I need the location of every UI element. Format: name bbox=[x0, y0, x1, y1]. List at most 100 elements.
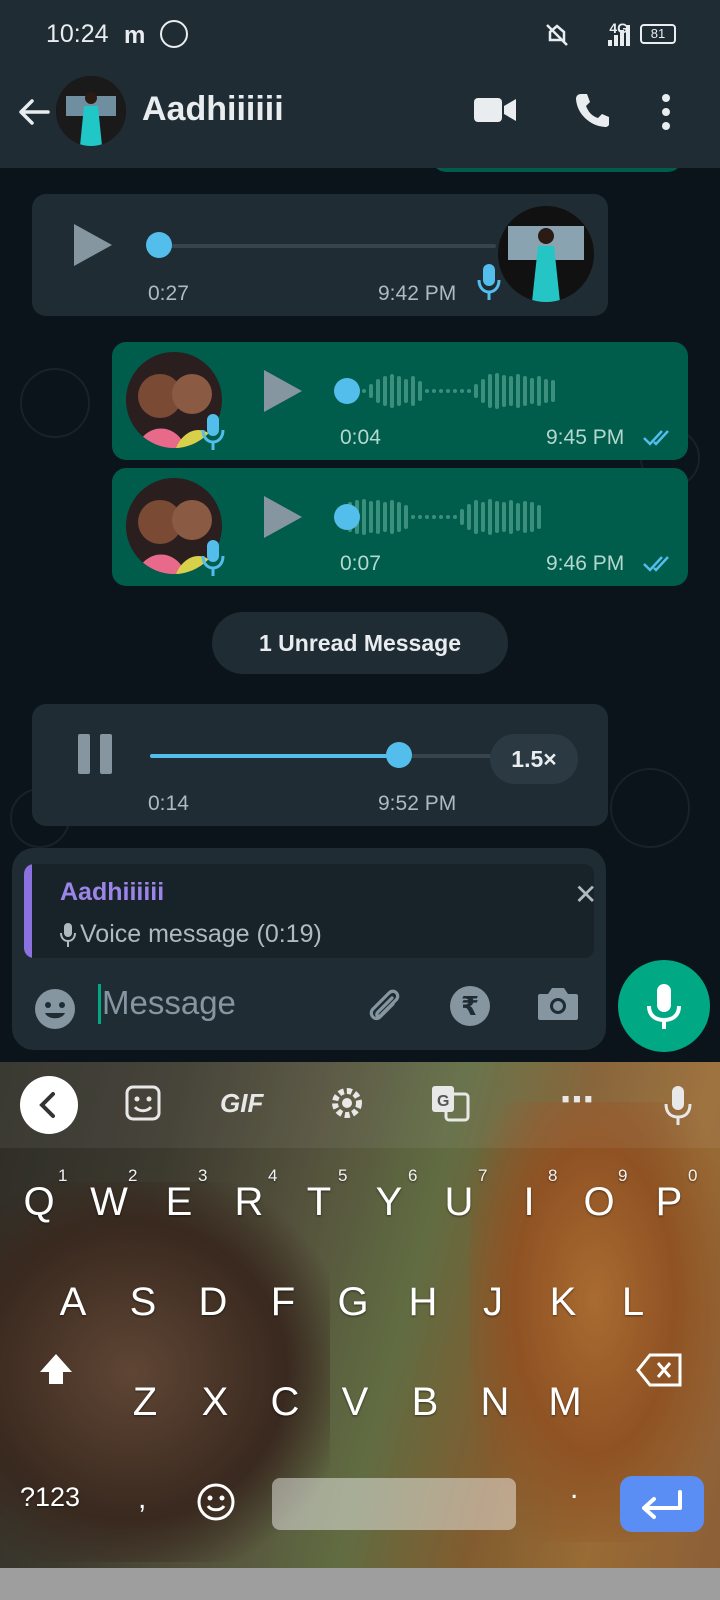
status-time: 10:24 bbox=[46, 20, 109, 48]
key-k[interactable]: K bbox=[528, 1262, 598, 1342]
sticker-icon[interactable] bbox=[124, 1084, 162, 1122]
message-time: 9:42 PM bbox=[378, 282, 457, 305]
mic-small-icon bbox=[60, 923, 76, 947]
voice-message-outgoing[interactable]: 0:04 9:45 PM bbox=[112, 342, 688, 460]
message-time: 9:45 PM bbox=[546, 426, 625, 449]
key-hint: 8 bbox=[548, 1166, 558, 1185]
comma-key[interactable]: , bbox=[138, 1482, 146, 1516]
backspace-icon[interactable] bbox=[636, 1352, 684, 1388]
mic-icon bbox=[647, 984, 681, 1029]
key-n[interactable]: N bbox=[460, 1362, 530, 1442]
wallpaper-doodle bbox=[610, 768, 690, 848]
voice-message-outgoing[interactable]: 0:07 9:46 PM bbox=[112, 468, 688, 586]
keyboard-toolbar: GIF G ⋯ bbox=[0, 1062, 720, 1148]
voice-message-incoming[interactable]: 1.5× 0:14 9:52 PM bbox=[32, 704, 608, 826]
system-navigation-bar bbox=[0, 1568, 720, 1600]
video-call-icon[interactable] bbox=[474, 94, 516, 126]
settings-gear-icon[interactable] bbox=[328, 1084, 366, 1122]
play-icon[interactable] bbox=[74, 224, 112, 266]
key-a[interactable]: A bbox=[38, 1262, 108, 1342]
audio-duration: 0:04 bbox=[340, 426, 381, 449]
read-ticks-icon bbox=[643, 556, 669, 572]
record-voice-button[interactable] bbox=[618, 960, 710, 1052]
chat-header: Aadhiiiiii bbox=[0, 70, 720, 168]
contact-name[interactable]: Aadhiiiiii bbox=[142, 90, 284, 129]
key-m[interactable]: M bbox=[530, 1362, 600, 1442]
key-hint: 1 bbox=[58, 1166, 68, 1185]
mic-badge-icon bbox=[201, 540, 225, 576]
reply-accent-bar bbox=[24, 864, 32, 958]
message-time: 9:46 PM bbox=[546, 552, 625, 575]
enter-key[interactable] bbox=[620, 1476, 704, 1532]
space-key[interactable] bbox=[272, 1478, 516, 1530]
payment-rupee-icon[interactable]: ₹ bbox=[450, 986, 490, 1026]
message-time: 9:52 PM bbox=[378, 792, 457, 815]
read-ticks-icon bbox=[643, 430, 669, 446]
more-tools-icon[interactable]: ⋯ bbox=[560, 1080, 594, 1120]
status-bar: 10:24 m 4G 81 bbox=[0, 0, 720, 70]
key-z[interactable]: Z bbox=[110, 1362, 180, 1442]
message-composer: Aadhiiiiii Voice message (0:19) ✕ ₹ bbox=[12, 848, 606, 1050]
voice-call-icon[interactable] bbox=[572, 90, 612, 130]
pause-icon[interactable] bbox=[76, 732, 114, 776]
key-s[interactable]: S bbox=[108, 1262, 178, 1342]
key-hint: 2 bbox=[128, 1166, 138, 1185]
key-h[interactable]: H bbox=[388, 1262, 458, 1342]
audio-scrubber[interactable] bbox=[334, 378, 360, 404]
key-hint: 3 bbox=[198, 1166, 208, 1185]
key-d[interactable]: D bbox=[178, 1262, 248, 1342]
key-c[interactable]: C bbox=[250, 1362, 320, 1442]
message-input[interactable] bbox=[102, 980, 342, 1026]
voice-input-icon[interactable] bbox=[664, 1084, 692, 1126]
gif-button[interactable]: GIF bbox=[220, 1088, 263, 1119]
audio-waveform[interactable] bbox=[334, 496, 541, 538]
contact-avatar[interactable] bbox=[56, 76, 126, 146]
battery-icon: 81 bbox=[640, 24, 676, 44]
keyboard: GIF G ⋯ Q1W2E3R4T5Y6U7I8O9P0 ASDFGHJKL Z… bbox=[0, 1062, 720, 1568]
period-key[interactable]: . bbox=[570, 1472, 578, 1506]
play-icon[interactable] bbox=[264, 370, 302, 412]
audio-duration: 0:07 bbox=[340, 552, 381, 575]
camera-icon[interactable] bbox=[536, 984, 580, 1024]
audio-track[interactable] bbox=[150, 244, 496, 248]
keyboard-collapse-button[interactable] bbox=[20, 1076, 78, 1134]
key-hint: 7 bbox=[478, 1166, 488, 1185]
emoji-key-icon[interactable] bbox=[196, 1482, 236, 1522]
key-j[interactable]: J bbox=[458, 1262, 528, 1342]
key-hint: 9 bbox=[618, 1166, 628, 1185]
key-b[interactable]: B bbox=[390, 1362, 460, 1442]
more-options-icon[interactable] bbox=[660, 92, 672, 132]
audio-scrubber[interactable] bbox=[386, 742, 413, 768]
emoji-icon[interactable] bbox=[34, 988, 76, 1030]
mic-badge-icon bbox=[477, 264, 501, 300]
key-f[interactable]: F bbox=[248, 1262, 318, 1342]
audio-scrubber[interactable] bbox=[146, 232, 172, 258]
key-g[interactable]: G bbox=[318, 1262, 388, 1342]
translate-icon[interactable]: G bbox=[430, 1084, 470, 1122]
enter-icon bbox=[642, 1490, 682, 1519]
audio-scrubber[interactable] bbox=[334, 504, 360, 530]
audio-position: 0:14 bbox=[148, 792, 189, 815]
key-v[interactable]: V bbox=[320, 1362, 390, 1442]
attach-icon[interactable] bbox=[362, 984, 406, 1028]
key-x[interactable]: X bbox=[180, 1362, 250, 1442]
play-icon[interactable] bbox=[264, 496, 302, 538]
key-hint: 5 bbox=[338, 1166, 348, 1185]
playback-speed-button[interactable]: 1.5× bbox=[490, 734, 578, 784]
reply-preview[interactable]: Aadhiiiiii Voice message (0:19) ✕ bbox=[24, 864, 594, 958]
key-hint: 4 bbox=[268, 1166, 278, 1185]
key-hint: 6 bbox=[408, 1166, 418, 1185]
symbols-key[interactable]: ?123 bbox=[20, 1482, 80, 1513]
text-cursor bbox=[98, 984, 101, 1024]
shift-icon[interactable] bbox=[36, 1350, 76, 1390]
audio-waveform[interactable] bbox=[334, 370, 555, 412]
sender-avatar bbox=[498, 206, 594, 302]
mute-icon bbox=[546, 24, 568, 46]
voice-message-incoming[interactable]: 0:27 9:42 PM bbox=[32, 194, 608, 316]
previous-message-edge bbox=[432, 168, 682, 172]
unread-messages-divider: 1 Unread Message bbox=[212, 612, 508, 674]
close-reply-icon[interactable]: ✕ bbox=[574, 878, 594, 911]
key-l[interactable]: L bbox=[598, 1262, 668, 1342]
back-arrow-icon[interactable] bbox=[14, 92, 54, 132]
audio-duration: 0:27 bbox=[148, 282, 189, 305]
